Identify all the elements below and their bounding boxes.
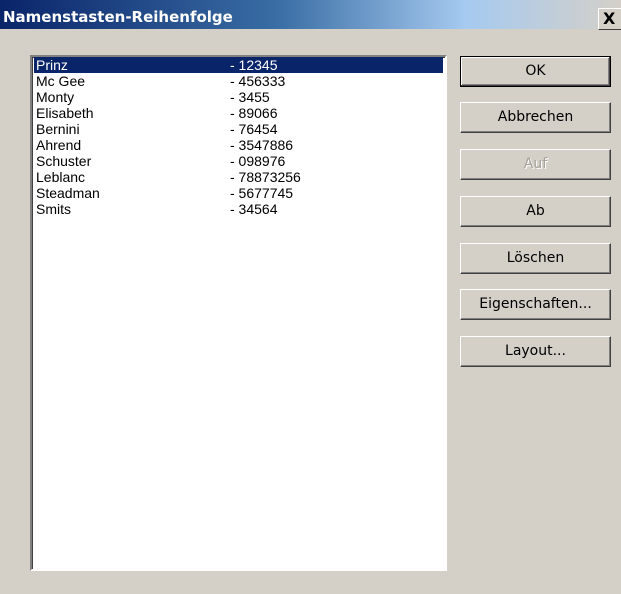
- item-number: - 34564: [230, 201, 278, 217]
- item-number: - 12345: [230, 57, 278, 73]
- properties-button[interactable]: Eigenschaften...: [460, 289, 611, 320]
- name-key-list[interactable]: Prinz - 12345 Mc Gee - 456333 Monty - 34…: [30, 55, 447, 571]
- item-number: - 098976: [230, 153, 286, 169]
- item-number: - 78873256: [230, 169, 301, 185]
- list-item[interactable]: Bernini - 76454: [34, 121, 443, 137]
- item-name: Bernini: [36, 121, 80, 137]
- item-name: Steadman: [36, 185, 100, 201]
- layout-button-label: Layout...: [505, 343, 566, 359]
- list-item[interactable]: Elisabeth - 89066: [34, 105, 443, 121]
- move-down-button-label: Ab: [526, 203, 545, 219]
- item-number: - 456333: [230, 73, 286, 89]
- item-number: - 3455: [230, 89, 270, 105]
- dialog-window: Namenstasten-Reihenfolge X Prinz - 12345…: [0, 0, 621, 594]
- item-name: Monty: [36, 89, 75, 105]
- item-number: - 5677745: [230, 185, 294, 201]
- window-title: Namenstasten-Reihenfolge: [3, 8, 233, 26]
- layout-button[interactable]: Layout...: [460, 336, 611, 367]
- item-name: Ahrend: [36, 137, 82, 153]
- item-name: Schuster: [36, 153, 92, 169]
- cancel-button-label: Abbrechen: [497, 109, 574, 125]
- cancel-button[interactable]: Abbrechen: [460, 102, 611, 133]
- ok-button-label: OK: [525, 63, 546, 79]
- list-item[interactable]: Mc Gee - 456333: [34, 73, 443, 89]
- list-item[interactable]: Monty - 3455: [34, 89, 443, 105]
- list-item[interactable]: Ahrend - 3547886: [34, 137, 443, 153]
- close-icon: X: [603, 9, 616, 28]
- title-bar[interactable]: Namenstasten-Reihenfolge: [0, 0, 621, 29]
- ok-button[interactable]: OK: [460, 56, 611, 87]
- item-name: Elisabeth: [36, 105, 94, 121]
- item-number: - 89066: [230, 105, 278, 121]
- properties-button-label: Eigenschaften...: [479, 296, 592, 312]
- delete-button[interactable]: Löschen: [460, 243, 611, 274]
- list-item[interactable]: Smits - 34564: [34, 201, 443, 217]
- move-up-button-label: Auf: [523, 156, 548, 172]
- item-name: Smits: [36, 201, 71, 217]
- item-name: Leblanc: [36, 169, 86, 185]
- item-number: - 3547886: [230, 137, 294, 153]
- move-up-button[interactable]: Auf: [460, 149, 611, 180]
- list-item[interactable]: Steadman - 5677745: [34, 185, 443, 201]
- move-down-button[interactable]: Ab: [460, 196, 611, 227]
- list-item[interactable]: Prinz - 12345: [34, 57, 443, 73]
- delete-button-label: Löschen: [506, 250, 565, 266]
- item-name: Mc Gee: [36, 73, 86, 89]
- item-name: Prinz: [36, 57, 68, 73]
- item-number: - 76454: [230, 121, 278, 137]
- list-item[interactable]: Leblanc - 78873256: [34, 169, 443, 185]
- list-item[interactable]: Schuster - 098976: [34, 153, 443, 169]
- close-button[interactable]: X: [598, 8, 621, 30]
